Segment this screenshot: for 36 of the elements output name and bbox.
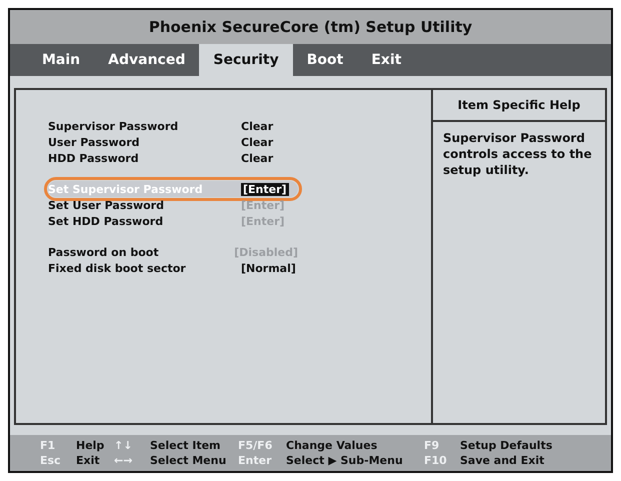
setting-label: User Password [48, 136, 140, 148]
key-label: ↑↓ [114, 439, 134, 452]
key-label: F5/F6 [238, 439, 274, 452]
key-action: Setup Defaults [460, 439, 552, 452]
help-text: Supervisor Password controls access to the setup utility. [442, 130, 593, 179]
key-action: Select Item [150, 439, 220, 452]
key-action: Help [76, 439, 104, 452]
setting-label: Set HDD Password [48, 214, 164, 228]
setting-label: Set User Password [48, 198, 165, 212]
setting-value: Clear [241, 120, 274, 132]
menu-tab[interactable]: Main [28, 44, 94, 76]
setting-label: HDD Password [48, 152, 140, 164]
key-action: Exit [76, 454, 100, 467]
help-title: Item Specific Help [433, 90, 605, 122]
key-action: Select Menu [150, 454, 226, 467]
menu-tab[interactable]: Exit [357, 44, 416, 76]
key-label: F10 [424, 454, 448, 467]
key-label: Esc [40, 454, 62, 467]
key-label: F1 [40, 439, 56, 452]
key-action: Change Values [286, 439, 378, 452]
setting-value[interactable]: [Enter] [241, 182, 289, 196]
setting-label: Fixed disk boot sector [48, 262, 187, 274]
key-action: Select ▶ Sub-Menu [286, 454, 403, 467]
key-label: Enter [238, 454, 272, 467]
menu-tab[interactable]: Security [199, 44, 293, 76]
menu-tab[interactable]: Boot [292, 44, 358, 76]
key-label: ←→ [114, 454, 134, 467]
menu-tab[interactable]: Advanced [94, 44, 200, 76]
setting-label: Supervisor Password [48, 120, 180, 132]
setting-value: Clear [241, 152, 274, 164]
setting-value[interactable]: [Normal] [241, 262, 296, 274]
setting-label: Password on boot [48, 246, 160, 258]
key-label: F9 [424, 439, 440, 452]
setting-value: Clear [241, 136, 274, 148]
window-title: Phoenix SecureCore (tm) Setup Utility [10, 10, 611, 44]
key-action: Save and Exit [460, 454, 544, 467]
